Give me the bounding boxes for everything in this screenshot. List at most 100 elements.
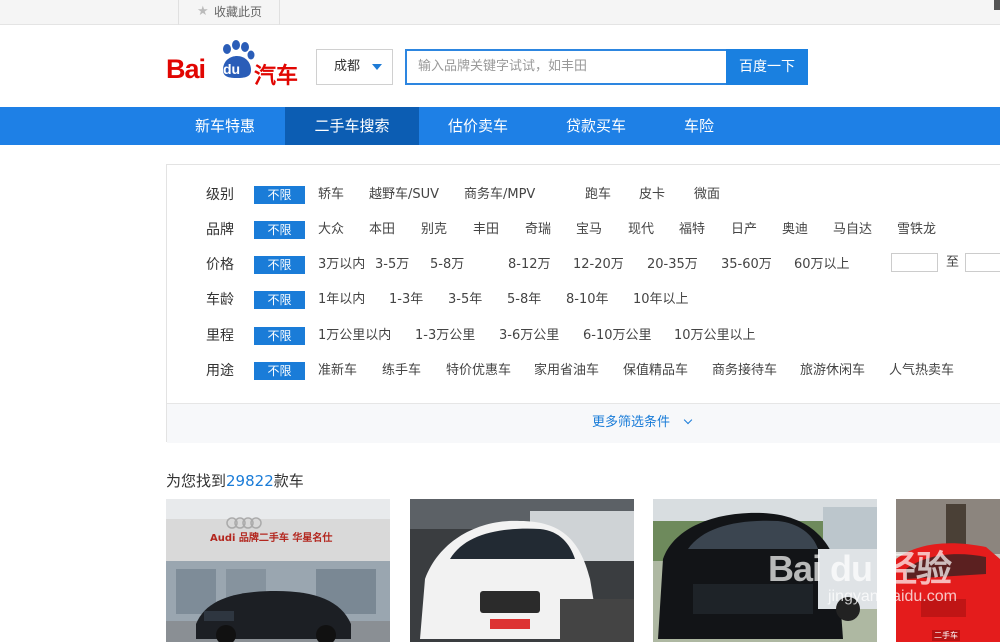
city-select[interactable]: 成都 bbox=[316, 49, 393, 85]
filter-option-no-limit[interactable]: 不限 bbox=[254, 186, 305, 204]
result-number: 29822 bbox=[226, 472, 274, 490]
filter-option[interactable]: 1万公里以内 bbox=[318, 324, 391, 348]
filter-option[interactable]: 奇瑞 bbox=[525, 218, 551, 242]
filter-option[interactable]: 本田 bbox=[369, 218, 395, 242]
filter-row-label: 品牌 bbox=[206, 222, 234, 238]
filter-option[interactable]: 越野车/SUV bbox=[369, 183, 439, 207]
filter-row-label: 价格 bbox=[206, 257, 234, 273]
star-icon: ★ bbox=[197, 4, 209, 19]
filter-option[interactable]: 旅游休闲车 bbox=[800, 359, 865, 383]
filter-option[interactable]: 35-60万 bbox=[721, 253, 772, 277]
filter-option[interactable]: 马自达 bbox=[833, 218, 872, 242]
logo-du-text: du bbox=[223, 61, 241, 77]
filter-option[interactable]: 轿车 bbox=[318, 183, 344, 207]
filter-option[interactable]: 10万公里以上 bbox=[674, 324, 756, 348]
filter-row: 品牌 不限 大众 本田 别克 丰田 奇瑞 宝马 现代 福特 日产 奥迪 马自达 雪铁龙 bbox=[167, 218, 1000, 242]
favorite-page-link[interactable]: ★ 收藏此页 bbox=[178, 0, 280, 25]
filter-option[interactable]: 现代 bbox=[628, 218, 654, 242]
nav-item-used-car-search[interactable]: 二手车搜索 bbox=[285, 107, 419, 145]
filter-option[interactable]: 人气热卖车 bbox=[889, 359, 954, 383]
filter-option[interactable]: 5-8年 bbox=[507, 288, 541, 312]
nav-item-car-insurance[interactable]: 车险 bbox=[655, 107, 743, 145]
filter-option[interactable]: 3-5年 bbox=[448, 288, 482, 312]
main-nav: 新车特惠 二手车搜索 估价卖车 贷款买车 车险 bbox=[0, 107, 1000, 145]
filter-option[interactable]: 保值精品车 bbox=[623, 359, 688, 383]
filter-option[interactable]: 5-8万 bbox=[430, 253, 464, 277]
filter-option-no-limit[interactable]: 不限 bbox=[254, 327, 305, 345]
filter-option-no-limit[interactable]: 不限 bbox=[254, 221, 305, 239]
filter-option[interactable]: 家用省油车 bbox=[534, 359, 599, 383]
filter-option[interactable]: 跑车 bbox=[585, 183, 611, 207]
nav-item-sell-car[interactable]: 估价卖车 bbox=[419, 107, 537, 145]
car-card-audi-a8[interactable]: Audi 品牌二手车 华星名仕 bbox=[166, 499, 390, 642]
filter-option[interactable]: 别克 bbox=[421, 218, 447, 242]
filter-option[interactable]: 特价优惠车 bbox=[446, 359, 511, 383]
price-min-input[interactable] bbox=[891, 253, 938, 272]
filter-option-no-limit[interactable]: 不限 bbox=[254, 256, 305, 274]
filter-option[interactable]: 12-20万 bbox=[573, 253, 624, 277]
baidu-auto-logo[interactable]: Bai du 汽车 bbox=[166, 40, 306, 89]
filter-option[interactable]: 日产 bbox=[731, 218, 757, 242]
logo-bai-text: Bai bbox=[166, 54, 206, 84]
dealer-sign-text: Audi 品牌二手车 华星名仕 bbox=[210, 533, 333, 544]
filter-option[interactable]: 60万以上 bbox=[794, 253, 850, 277]
filter-option[interactable]: 1-3年 bbox=[389, 288, 423, 312]
car-photo bbox=[410, 499, 634, 642]
price-max-input[interactable] bbox=[965, 253, 1000, 272]
filter-row: 里程 不限 1万公里以内 1-3万公里 3-6万公里 6-10万公里 10万公里以上 bbox=[167, 324, 1000, 348]
filter-row-label: 用途 bbox=[206, 363, 234, 379]
filter-option[interactable]: 8-12万 bbox=[508, 253, 551, 277]
nav-item-new-car-deals[interactable]: 新车特惠 bbox=[166, 107, 284, 145]
caret-down-icon bbox=[372, 64, 382, 70]
filter-option[interactable]: 福特 bbox=[679, 218, 705, 242]
filter-option[interactable]: 宝马 bbox=[576, 218, 602, 242]
filter-option[interactable]: 8-10年 bbox=[566, 288, 609, 312]
filter-option[interactable]: 准新车 bbox=[318, 359, 357, 383]
more-filters-bar[interactable]: 更多筛选条件 bbox=[167, 403, 1000, 443]
search-placeholder: 输入品牌关键字试试，如丰田 bbox=[418, 59, 588, 74]
filter-option[interactable]: 练手车 bbox=[382, 359, 421, 383]
filter-row: 级别 不限 轿车 越野车/SUV 商务车/MPV 跑车 皮卡 微面 bbox=[167, 183, 1000, 207]
result-count: 为您找到29822款车 bbox=[166, 470, 304, 491]
filter-option[interactable]: 大众 bbox=[318, 218, 344, 242]
filter-option[interactable]: 商务接待车 bbox=[712, 359, 777, 383]
watermark-text: Bai du 经验 bbox=[768, 548, 952, 589]
nav-item-car-loan[interactable]: 贷款买车 bbox=[537, 107, 655, 145]
filter-row-label: 车龄 bbox=[206, 292, 234, 308]
search-button[interactable]: 百度一下 bbox=[726, 49, 808, 85]
filter-row-label: 级别 bbox=[206, 187, 234, 203]
filter-option[interactable]: 丰田 bbox=[473, 218, 499, 242]
more-filters-link[interactable]: 更多筛选条件 bbox=[592, 404, 670, 442]
watermark: Bai du 经验 jingyan.baidu.com bbox=[768, 540, 1000, 642]
filter-option[interactable]: 20-35万 bbox=[647, 253, 698, 277]
car-photo bbox=[166, 499, 390, 642]
filter-option[interactable]: 3万以内 bbox=[318, 253, 365, 277]
filter-option[interactable]: 3-5万 bbox=[375, 253, 409, 277]
filter-option[interactable]: 3-6万公里 bbox=[499, 324, 559, 348]
favorite-page-label: 收藏此页 bbox=[214, 5, 263, 19]
filter-option[interactable]: 微面 bbox=[694, 183, 720, 207]
city-value: 成都 bbox=[334, 59, 361, 74]
result-suffix: 款车 bbox=[273, 472, 304, 490]
filter-row: 用途 不限 准新车 练手车 特价优惠车 家用省油车 保值精品车 商务接待车 旅游休闲车 人气热卖车 bbox=[167, 359, 1000, 383]
filter-option-no-limit[interactable]: 不限 bbox=[254, 362, 305, 380]
filter-option[interactable]: 雪铁龙 bbox=[897, 218, 936, 242]
watermark-url: jingyan.baidu.com bbox=[828, 588, 957, 605]
filter-option-no-limit[interactable]: 不限 bbox=[254, 291, 305, 309]
filter-option[interactable]: 1-3万公里 bbox=[415, 324, 475, 348]
filter-panel: 级别 不限 轿车 越野车/SUV 商务车/MPV 跑车 皮卡 微面 品牌 不限 大众 本田 别克 丰田 奇瑞… bbox=[166, 164, 1000, 443]
filter-option[interactable]: 6-10万公里 bbox=[583, 324, 652, 348]
corner-thumbnail bbox=[994, 0, 1000, 10]
price-to-label: 至 bbox=[946, 255, 960, 270]
filter-option[interactable]: 10年以上 bbox=[633, 288, 689, 312]
filter-option[interactable]: 奥迪 bbox=[782, 218, 808, 242]
top-bar: ★ 收藏此页 bbox=[0, 0, 1000, 25]
filter-row: 车龄 不限 1年以内 1-3年 3-5年 5-8年 8-10年 10年以上 bbox=[167, 288, 1000, 312]
search-input[interactable]: 输入品牌关键字试试，如丰田 bbox=[405, 49, 727, 85]
chevron-down-icon bbox=[683, 415, 693, 425]
filter-option[interactable]: 商务车/MPV bbox=[464, 183, 535, 207]
filter-option[interactable]: 1年以内 bbox=[318, 288, 365, 312]
filter-option[interactable]: 皮卡 bbox=[639, 183, 665, 207]
car-card-audi-a4[interactable] bbox=[410, 499, 634, 642]
filter-row-label: 里程 bbox=[206, 328, 234, 344]
